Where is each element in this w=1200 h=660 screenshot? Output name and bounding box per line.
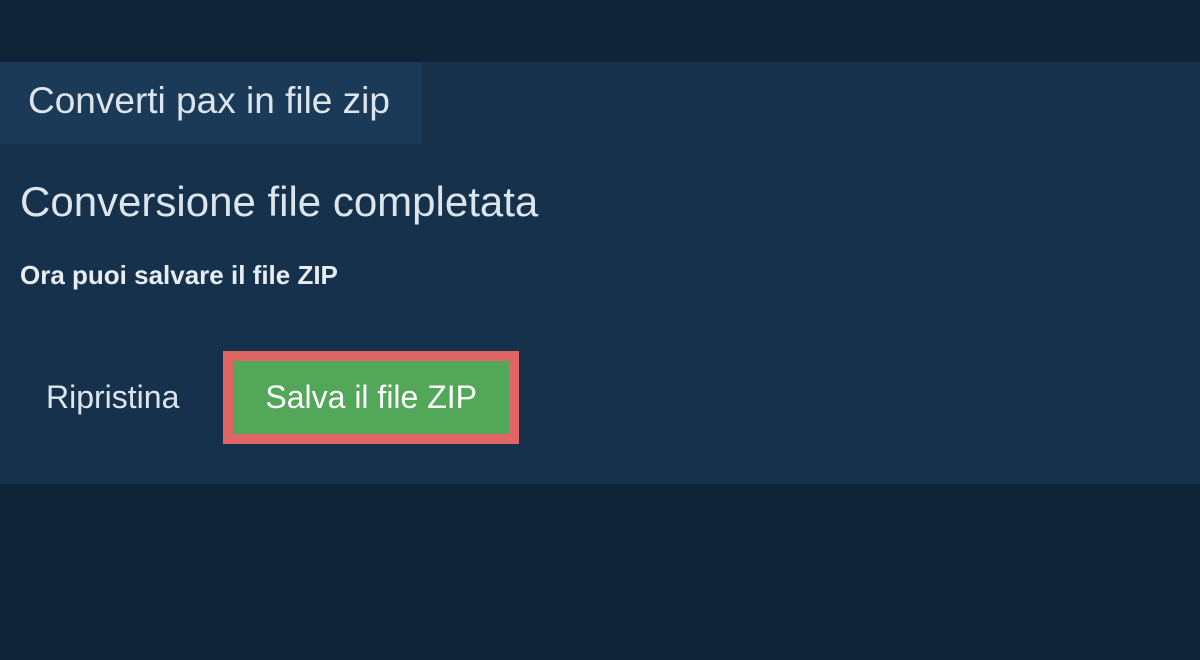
save-zip-button[interactable]: Salva il file ZIP <box>233 361 509 434</box>
save-button-highlight: Salva il file ZIP <box>223 351 519 444</box>
page-title: Conversione file completata <box>0 144 1200 226</box>
page-subtitle: Ora puoi salvare il file ZIP <box>0 226 1200 291</box>
action-row: Ripristina Salva il file ZIP <box>0 291 1200 444</box>
tab-convert[interactable]: Converti pax in file zip <box>0 62 422 144</box>
tab-label: Converti pax in file zip <box>28 80 390 121</box>
reset-button[interactable]: Ripristina <box>46 379 179 416</box>
conversion-panel: Converti pax in file zip Conversione fil… <box>0 62 1200 484</box>
top-spacer <box>0 0 1200 62</box>
